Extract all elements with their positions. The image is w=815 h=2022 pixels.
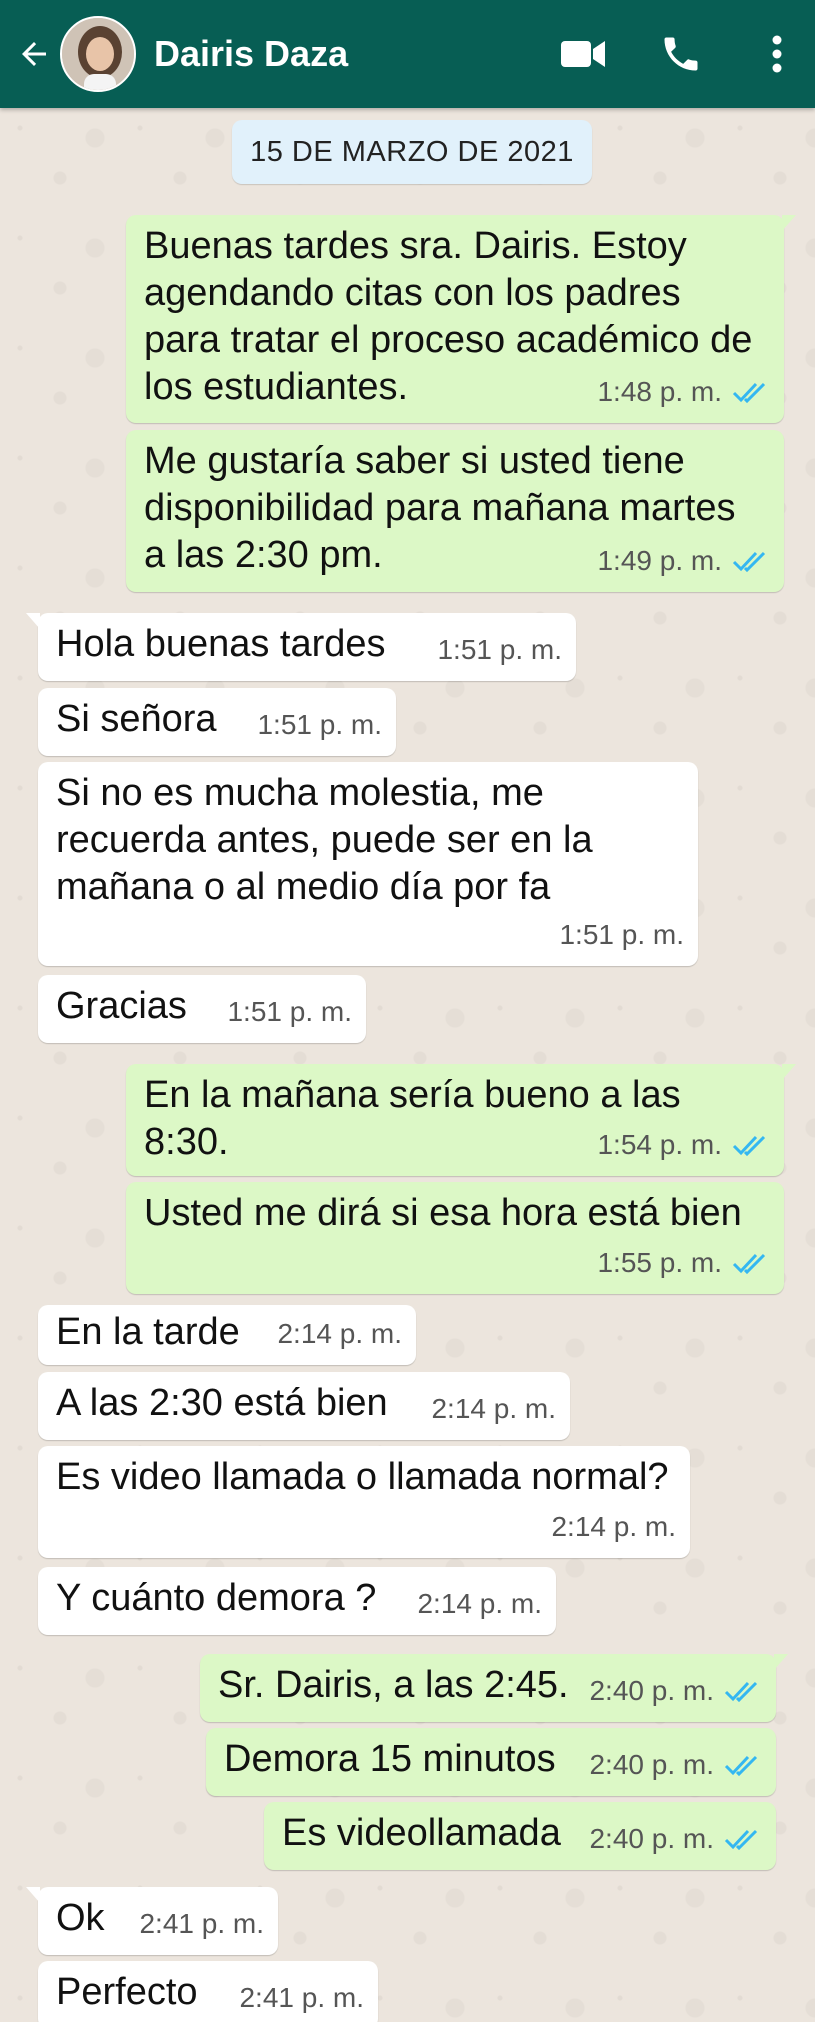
message-time: 2:14 p. m. (551, 1511, 676, 1542)
message-incoming[interactable]: Si no es mucha molestia, me recuerda ant… (38, 762, 698, 966)
message-incoming[interactable]: Hola buenas tardes 1:51 p. m. (26, 613, 576, 681)
message-text: Usted me dirá si esa hora está bien (144, 1192, 742, 1234)
message-time: 1:51 p. m. (227, 996, 352, 1027)
message-text: Si no es mucha molestia, me recuerda ant… (56, 772, 593, 908)
message-incoming[interactable]: Ok 2:41 p. m. (26, 1887, 278, 1955)
message-time: 1:49 p. m. (597, 545, 722, 576)
message-incoming[interactable]: Y cuánto demora ? 2:14 p. m. (38, 1567, 556, 1635)
message-time: 1:54 p. m. (597, 1129, 722, 1160)
message-text: Si señora (56, 698, 217, 740)
message-outgoing[interactable]: Sr. Dairis, a las 2:45. 2:40 p. m. (200, 1654, 788, 1722)
message-time: 2:40 p. m. (589, 1675, 714, 1706)
phone-icon[interactable] (651, 24, 711, 84)
video-camera-icon[interactable] (553, 24, 613, 84)
message-incoming[interactable]: Perfecto 2:41 p. m. (38, 1961, 378, 2022)
double-check-icon (724, 1829, 758, 1850)
double-check-icon (732, 1135, 766, 1156)
message-time: 2:40 p. m. (589, 1823, 714, 1854)
message-incoming[interactable]: En la tarde 2:14 p. m. (38, 1305, 416, 1365)
message-incoming[interactable]: Gracias 1:51 p. m. (38, 975, 366, 1043)
message-time: 1:55 p. m. (597, 1247, 722, 1278)
message-time: 2:41 p. m. (139, 1908, 264, 1939)
message-time: 2:40 p. m. (589, 1749, 714, 1780)
message-text: Es video llamada o llamada normal? (56, 1456, 669, 1498)
double-check-icon (724, 1681, 758, 1702)
message-time: 1:51 p. m. (257, 709, 382, 740)
message-text: A las 2:30 está bien (56, 1382, 388, 1424)
double-check-icon (732, 551, 766, 572)
message-text: Es videollamada (282, 1812, 561, 1854)
message-text: Y cuánto demora ? (56, 1577, 377, 1619)
more-vertical-icon[interactable] (747, 24, 807, 84)
back-arrow-icon[interactable] (16, 36, 52, 72)
message-outgoing[interactable]: Es videollamada 2:40 p. m. (264, 1802, 776, 1870)
contact-avatar[interactable] (60, 16, 136, 92)
message-outgoing[interactable]: Buenas tardes sra. Dairis. Estoy agendan… (126, 215, 796, 423)
message-time: 1:51 p. m. (437, 634, 562, 665)
message-text: Sr. Dairis, a las 2:45. (218, 1664, 569, 1706)
message-time: 2:41 p. m. (239, 1982, 364, 2013)
message-text: Gracias (56, 985, 187, 1027)
message-text: Demora 15 minutos (224, 1738, 556, 1780)
message-time: 1:48 p. m. (597, 376, 722, 407)
message-time: 1:51 p. m. (559, 919, 684, 950)
message-outgoing[interactable]: Demora 15 minutos 2:40 p. m. (206, 1728, 776, 1796)
message-outgoing[interactable]: Usted me dirá si esa hora está bien 1:55… (126, 1182, 784, 1294)
date-chip: 15 DE MARZO DE 2021 (232, 120, 592, 184)
message-incoming[interactable]: Es video llamada o llamada normal? 2:14 … (38, 1446, 690, 1558)
message-text: En la tarde (56, 1311, 240, 1353)
message-time: 2:14 p. m. (431, 1393, 556, 1424)
message-text: Ok (56, 1897, 105, 1939)
message-text: Hola buenas tardes (56, 623, 386, 665)
message-time: 2:14 p. m. (417, 1588, 542, 1619)
message-outgoing[interactable]: Me gustaría saber si usted tiene disponi… (126, 430, 784, 592)
contact-name[interactable]: Dairis Daza (154, 33, 553, 75)
message-time: 2:14 p. m. (277, 1318, 402, 1349)
double-check-icon (724, 1755, 758, 1776)
message-text: Perfecto (56, 1971, 198, 2013)
double-check-icon (732, 382, 766, 403)
message-incoming[interactable]: A las 2:30 está bien 2:14 p. m. (38, 1372, 570, 1440)
message-outgoing[interactable]: En la mañana sería bueno a las 8:30. 1:5… (126, 1064, 796, 1176)
message-incoming[interactable]: Si señora 1:51 p. m. (38, 688, 396, 756)
chat-header: Dairis Daza (0, 0, 815, 108)
double-check-icon (732, 1253, 766, 1274)
